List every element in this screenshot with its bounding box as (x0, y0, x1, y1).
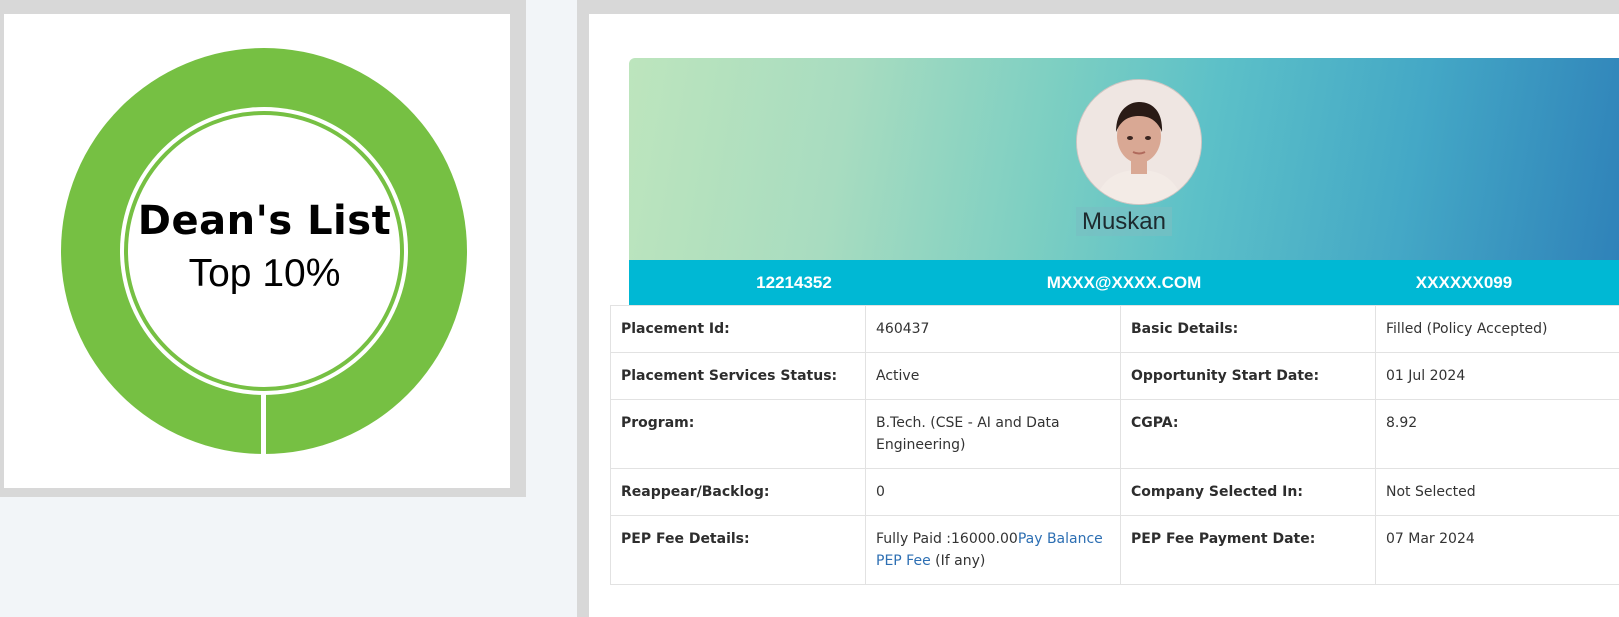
profile-panel: Muskan 12214352 MXXX@XXXX.COM XXXXXX099 … (577, 0, 1619, 617)
badge-center (130, 117, 398, 385)
placement-status-value: Active (865, 352, 1121, 400)
pep-payment-date-value: 07 Mar 2024 (1375, 515, 1619, 585)
placement-id-value: 460437 (865, 305, 1121, 353)
student-name: Muskan (629, 207, 1619, 236)
registration-number: 12214352 (756, 273, 832, 292)
badge-ring-graphic (61, 48, 467, 454)
pep-fee-label: PEP Fee Details: (610, 515, 866, 585)
basic-details-value: Filled (Policy Accepted) (1375, 305, 1619, 353)
avatar (1076, 79, 1202, 205)
cgpa-label: CGPA: (1120, 399, 1376, 469)
backlog-label: Reappear/Backlog: (610, 468, 866, 516)
email-address: MXXX@XXXX.COM (1046, 273, 1202, 292)
table-row: Placement Services Status: Active Opport… (610, 352, 1619, 400)
pep-fee-paid-text: Fully Paid :16000.00 (876, 531, 1018, 547)
backlog-value: 0 (865, 468, 1121, 516)
pep-fee-suffix: (If any) (930, 553, 986, 569)
basic-details-label: Basic Details: (1120, 305, 1376, 353)
placement-status-label: Placement Services Status: (610, 352, 866, 400)
table-row: Program: B.Tech. (CSE - AI and Data Engi… (610, 399, 1619, 469)
placement-id-label: Placement Id: (610, 305, 866, 353)
contact-strip: 12214352 MXXX@XXXX.COM XXXXXX099 (629, 260, 1619, 306)
pep-payment-date-label: PEP Fee Payment Date: (1120, 515, 1376, 585)
company-selected-label: Company Selected In: (1120, 468, 1376, 516)
opportunity-start-value: 01 Jul 2024 (1375, 352, 1619, 400)
profile-header-banner: Muskan (629, 58, 1619, 260)
student-photo-icon (1077, 80, 1201, 204)
badge-subtitle: Top 10% (188, 252, 341, 295)
phone-number: XXXXXX099 (1415, 273, 1513, 292)
program-label: Program: (610, 399, 866, 469)
placement-details-table: Placement Id: 460437 Basic Details: Fill… (610, 305, 1619, 585)
company-selected-value: Not Selected (1375, 468, 1619, 516)
program-value: B.Tech. (CSE - AI and Data Engineering) (865, 399, 1121, 469)
badge-title: Dean's List (137, 198, 392, 244)
table-row: Reappear/Backlog: 0 Company Selected In:… (610, 468, 1619, 516)
table-row: PEP Fee Details: Fully Paid :16000.00Pay… (610, 515, 1619, 585)
table-row: Placement Id: 460437 Basic Details: Fill… (610, 305, 1619, 353)
opportunity-start-label: Opportunity Start Date: (1120, 352, 1376, 400)
cgpa-value: 8.92 (1375, 399, 1619, 469)
profile-card: Muskan 12214352 MXXX@XXXX.COM XXXXXX099 … (589, 14, 1619, 617)
deans-list-panel: Dean's List Top 10% (0, 0, 526, 497)
pep-fee-value: Fully Paid :16000.00Pay Balance PEP Fee … (865, 515, 1121, 585)
